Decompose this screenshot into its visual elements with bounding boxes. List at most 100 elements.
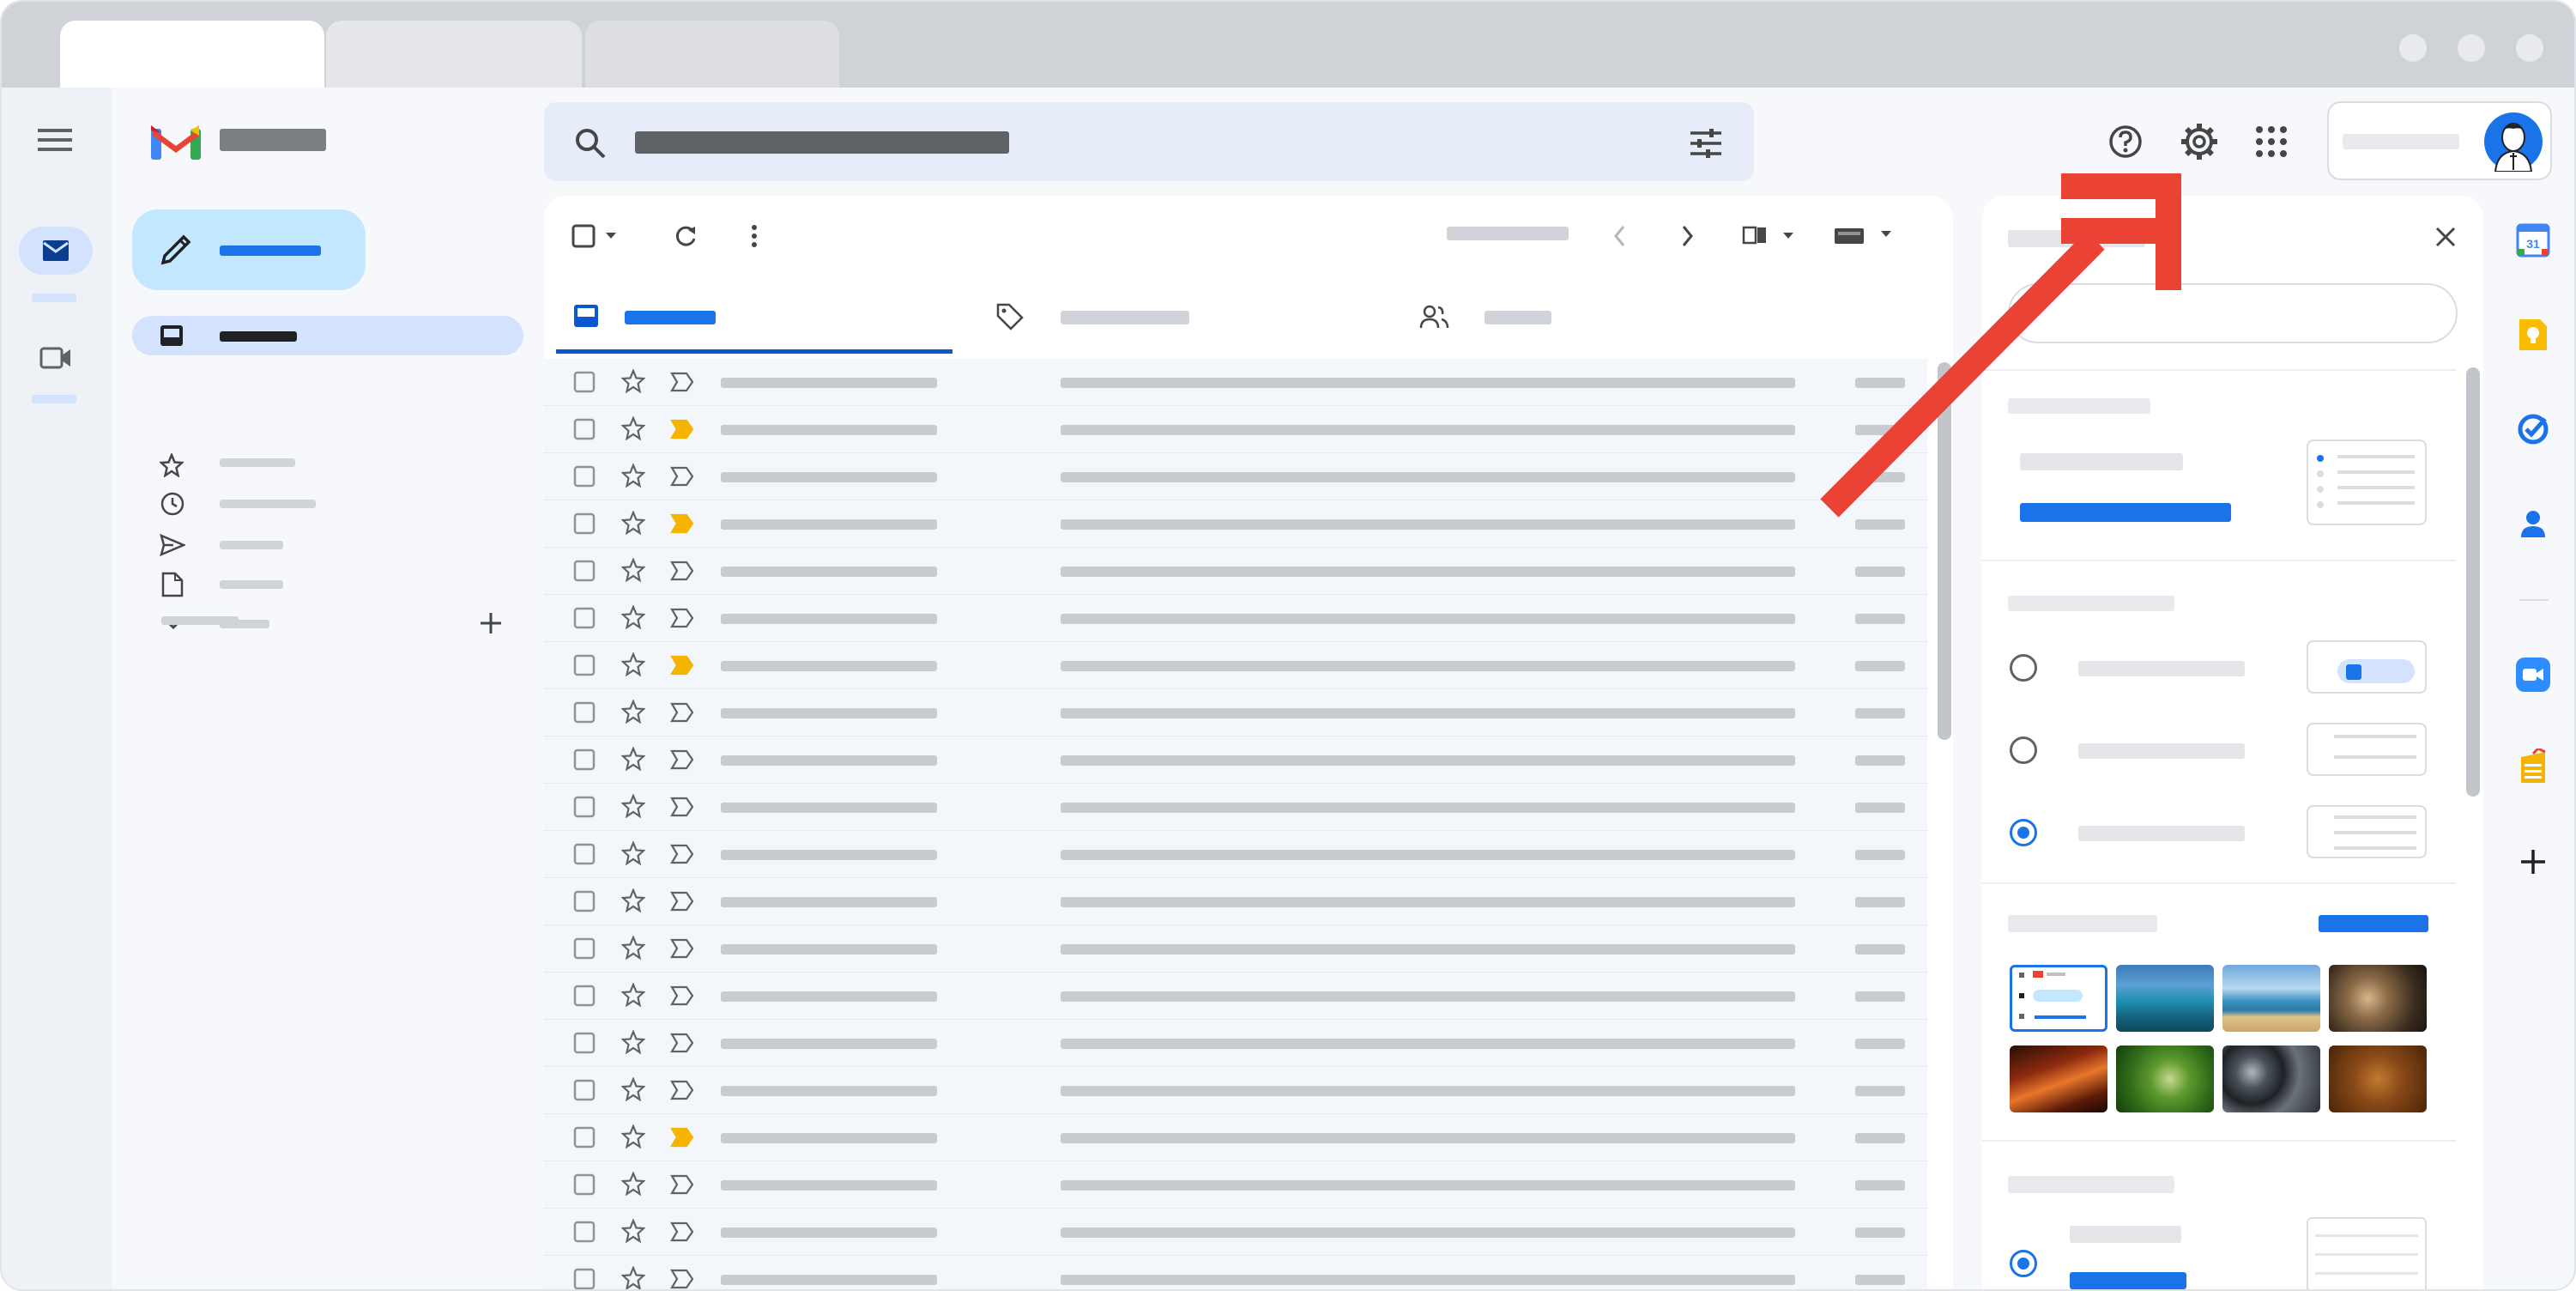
email-row[interactable] — [544, 548, 1927, 595]
window-dot[interactable] — [2516, 34, 2543, 62]
star-icon[interactable] — [621, 983, 645, 1007]
checkbox-icon[interactable] — [573, 512, 596, 535]
split-pane-icon[interactable] — [1742, 225, 1799, 247]
star-icon[interactable] — [621, 1077, 645, 1101]
email-row[interactable] — [544, 1161, 1927, 1209]
importance-marker-icon[interactable] — [669, 843, 695, 865]
inbox-type-radio[interactable] — [2010, 736, 2037, 764]
star-icon[interactable] — [621, 1172, 645, 1196]
nav-item-snoozed[interactable] — [132, 482, 523, 522]
importance-marker-icon[interactable] — [669, 796, 695, 818]
importance-marker-icon[interactable] — [669, 371, 695, 393]
checkbox-icon[interactable] — [573, 1032, 596, 1054]
importance-marker-icon[interactable] — [669, 701, 695, 724]
importance-marker-icon[interactable] — [669, 749, 695, 771]
refresh-icon[interactable] — [673, 223, 698, 249]
search-input[interactable] — [635, 131, 1009, 154]
checkbox-icon[interactable] — [573, 607, 596, 629]
calendar-icon[interactable]: 31 — [2516, 223, 2550, 258]
email-row[interactable] — [544, 642, 1927, 689]
tab-primary[interactable] — [556, 278, 952, 354]
checkbox-icon[interactable] — [573, 890, 596, 912]
checkbox-icon[interactable] — [573, 1221, 596, 1243]
tasks-icon[interactable] — [2516, 412, 2550, 446]
email-row[interactable] — [544, 784, 1927, 831]
star-icon[interactable] — [621, 700, 645, 724]
checkbox-icon[interactable] — [573, 1126, 596, 1149]
apps-grid-icon[interactable] — [2255, 125, 2288, 158]
theme-thumb-default[interactable] — [2010, 965, 2107, 1032]
important-marker-icon[interactable] — [669, 1126, 695, 1149]
star-icon[interactable] — [621, 605, 645, 629]
window-dot[interactable] — [2399, 34, 2427, 62]
importance-marker-icon[interactable] — [669, 985, 695, 1007]
checkbox-icon[interactable] — [573, 465, 596, 488]
email-row[interactable] — [544, 500, 1927, 548]
theme-view-all-link[interactable] — [2319, 915, 2428, 932]
more-vert-icon[interactable] — [748, 223, 760, 249]
panel-scrollbar[interactable] — [2466, 367, 2480, 797]
contacts-icon[interactable] — [2516, 506, 2550, 541]
star-icon[interactable] — [621, 1030, 645, 1054]
theme-thumb-beach[interactable] — [2222, 965, 2320, 1032]
email-row[interactable] — [544, 1020, 1927, 1067]
window-dot[interactable] — [2458, 34, 2485, 62]
importance-marker-icon[interactable] — [669, 937, 695, 960]
video-icon[interactable] — [39, 345, 74, 371]
plus-icon[interactable] — [479, 611, 503, 635]
email-row[interactable] — [544, 406, 1927, 453]
select-all-checkbox[interactable] — [571, 223, 621, 249]
checkbox-icon[interactable] — [573, 701, 596, 724]
chevron-right-icon[interactable] — [1678, 223, 1696, 249]
email-row[interactable] — [544, 925, 1927, 973]
star-icon[interactable] — [621, 1266, 645, 1290]
email-row[interactable] — [544, 689, 1927, 736]
help-icon[interactable] — [2107, 124, 2144, 160]
checkbox-icon[interactable] — [573, 371, 596, 393]
nav-item-starred[interactable] — [132, 443, 523, 482]
email-row[interactable] — [544, 1209, 1927, 1256]
email-row[interactable] — [544, 359, 1927, 406]
checkbox-icon[interactable] — [573, 418, 596, 440]
checkbox-icon[interactable] — [573, 985, 596, 1007]
checkbox-icon[interactable] — [573, 937, 596, 960]
importance-marker-icon[interactable] — [669, 1032, 695, 1054]
email-row[interactable] — [544, 1067, 1927, 1114]
search-bar[interactable] — [544, 102, 1754, 181]
reading-pane-radio[interactable] — [2010, 1250, 2037, 1277]
reading-pane-option-link[interactable] — [2070, 1272, 2186, 1289]
checkbox-icon[interactable] — [573, 560, 596, 582]
importance-marker-icon[interactable] — [669, 465, 695, 488]
theme-thumb-autumn[interactable] — [2329, 1046, 2427, 1112]
inbox-type-radio-selected[interactable] — [2010, 819, 2037, 846]
important-marker-icon[interactable] — [669, 654, 695, 676]
zoom-icon[interactable] — [2516, 658, 2550, 692]
nav-item-inbox[interactable] — [132, 316, 523, 355]
nav-item-drafts[interactable] — [132, 563, 523, 603]
important-marker-icon[interactable] — [669, 418, 695, 440]
checkbox-icon[interactable] — [573, 1079, 596, 1101]
star-icon[interactable] — [621, 747, 645, 771]
browser-tab[interactable] — [585, 21, 839, 88]
importance-marker-icon[interactable] — [669, 1173, 695, 1196]
inbox-type-radio[interactable] — [2010, 654, 2037, 682]
keep-icon[interactable] — [2516, 318, 2550, 352]
nav-item-sent[interactable] — [132, 524, 523, 563]
theme-thumb-lake[interactable] — [2116, 965, 2214, 1032]
email-row[interactable] — [544, 1114, 1927, 1161]
email-row[interactable] — [544, 1256, 1927, 1290]
theme-thumb-leaf[interactable] — [2116, 1046, 2214, 1112]
filter-icon[interactable] — [1689, 126, 1723, 161]
star-icon[interactable] — [621, 369, 645, 393]
importance-marker-icon[interactable] — [669, 1221, 695, 1243]
browser-tab-active[interactable] — [60, 21, 324, 88]
importance-marker-icon[interactable] — [669, 1268, 695, 1290]
email-row[interactable] — [544, 453, 1927, 500]
tab-social[interactable] — [1402, 278, 1780, 354]
chevron-left-icon[interactable] — [1612, 223, 1629, 249]
menu-icon[interactable] — [38, 127, 74, 153]
mail-rail-button[interactable] — [19, 227, 93, 275]
star-icon[interactable] — [621, 841, 645, 865]
importance-marker-icon[interactable] — [669, 607, 695, 629]
checkbox-icon[interactable] — [573, 796, 596, 818]
